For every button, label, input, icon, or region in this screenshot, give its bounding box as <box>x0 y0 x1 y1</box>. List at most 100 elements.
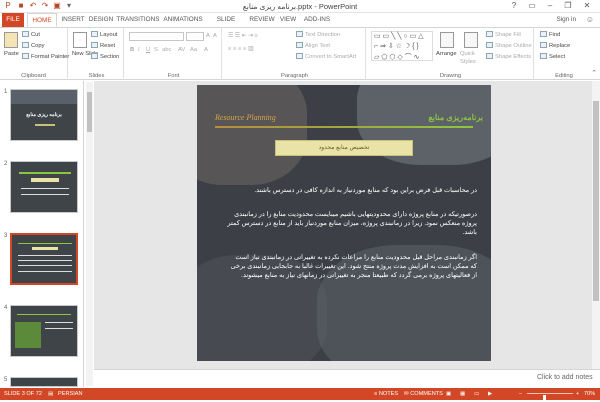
smiley-feedback-icon[interactable]: ☺ <box>586 15 594 24</box>
italic-icon[interactable]: I <box>138 46 140 54</box>
paste-icon[interactable] <box>4 32 18 48</box>
text-direction-button[interactable]: Text Direction <box>296 31 340 39</box>
slide-thumbnail-1[interactable]: برنامه ریزی منابع <box>10 89 78 141</box>
font-size-field[interactable] <box>186 32 204 41</box>
slides-group-label: Slides <box>88 73 105 79</box>
effects-icon <box>486 53 493 60</box>
tab-view[interactable]: VIEW <box>277 13 299 27</box>
slide-paragraph-2[interactable]: درصورتیکه در منابع پروژه دارای محدودیتها… <box>227 210 477 237</box>
slide-title-english[interactable]: Resource Planning <box>215 113 276 122</box>
thumbnail-scroll-thumb[interactable] <box>87 92 92 132</box>
align-icons[interactable]: ≡ ≡ ≡ ≡ ▥ <box>228 45 253 53</box>
close-button[interactable]: ✕ <box>578 0 596 12</box>
font-color-icon[interactable]: A <box>204 46 208 54</box>
zoom-in-icon[interactable]: + <box>576 388 579 400</box>
shadow-icon[interactable]: S <box>154 46 158 54</box>
thumbnail-scrollbar[interactable] <box>86 82 93 386</box>
slide-thumbnail-5[interactable] <box>10 377 78 387</box>
char-spacing-icon[interactable]: AV <box>178 46 185 54</box>
sign-in-link[interactable]: Sign in <box>556 13 576 27</box>
slide-title-persian[interactable]: برنامه‌ریزی منابع <box>429 113 484 122</box>
tab-transitions[interactable]: TRANSITIONS <box>116 13 160 27</box>
zoom-level[interactable]: 70% <box>584 388 595 400</box>
slide-thumbnail-4[interactable] <box>10 305 78 357</box>
shape-outline-button[interactable]: Shape Outline <box>486 42 532 50</box>
bold-icon[interactable]: B <box>130 46 134 54</box>
spellcheck-icon[interactable]: ▤ <box>48 388 53 400</box>
slides-group: New Slide Layout Reset Section Slides <box>70 28 124 80</box>
reset-button[interactable]: Reset <box>91 42 115 50</box>
customize-qa-icon[interactable]: ▾ <box>64 1 74 11</box>
bullets-icon[interactable]: ☰ ☰ ⇤ ⇥ ≡ <box>228 32 258 40</box>
comments-toggle[interactable]: ✉ COMMENTS <box>404 388 443 400</box>
slide-paragraph-1[interactable]: در محاسبات قبل فرض براین بود که منابع مو… <box>227 186 477 195</box>
main-scroll-thumb[interactable] <box>593 101 599 301</box>
slideshow-view-icon[interactable]: ▶ <box>488 388 492 400</box>
shape-fill-button[interactable]: Shape Fill <box>486 31 521 39</box>
slide-subtitle-box[interactable]: تخصیص منابع محدود <box>275 140 413 156</box>
window-title: برنامه ریزی منابع.pptx - PowerPoint <box>242 2 358 11</box>
main-scrollbar[interactable] <box>592 81 600 369</box>
text-direction-icon <box>296 31 303 38</box>
ribbon-display-button[interactable]: ▭ <box>523 0 541 12</box>
help-button[interactable]: ? <box>505 0 523 12</box>
minimize-button[interactable]: – <box>541 0 559 12</box>
copy-button[interactable]: Copy <box>22 42 45 50</box>
slide-thumbnail-2[interactable] <box>10 161 78 213</box>
layout-button[interactable]: Layout <box>91 31 117 39</box>
quick-styles-icon[interactable] <box>464 32 478 48</box>
replace-button[interactable]: Replace <box>540 42 570 50</box>
format-painter-button[interactable]: Format Painter <box>22 53 69 61</box>
shape-effects-button[interactable]: Shape Effects <box>486 53 531 61</box>
notes-pane[interactable]: Click to add notes <box>94 369 600 387</box>
tab-insert[interactable]: INSERT <box>59 13 87 27</box>
save-icon[interactable]: ■ <box>16 1 26 11</box>
maximize-button[interactable]: ❐ <box>559 0 577 12</box>
slide-3[interactable]: برنامه‌ریزی منابع Resource Planning تخصی… <box>197 85 491 361</box>
zoom-slider[interactable] <box>527 393 573 402</box>
underline-icon[interactable]: U <box>146 46 150 54</box>
zoom-slider-knob[interactable] <box>543 395 546 402</box>
tab-animations[interactable]: ANIMATIONS <box>162 13 204 27</box>
tab-home[interactable]: HOME <box>27 13 57 27</box>
font-name-field[interactable] <box>129 32 184 41</box>
normal-view-icon[interactable]: ▣ <box>446 388 451 400</box>
tab-file[interactable]: FILE <box>2 13 24 27</box>
redo-icon[interactable]: ↷ <box>40 1 50 11</box>
language-indicator[interactable]: PERSIAN <box>58 388 83 400</box>
arrange-icon[interactable] <box>440 32 454 48</box>
slide-thumbnail-3[interactable] <box>10 233 78 285</box>
grow-font-icon[interactable]: A <box>206 32 210 40</box>
zoom-out-icon[interactable]: – <box>519 388 522 400</box>
strikethrough-icon[interactable]: abc <box>162 46 171 54</box>
slide-paragraph-3[interactable]: اگر زمانبندی مراحل قبل محدودیت منابع را … <box>227 253 477 280</box>
undo-icon[interactable]: ↶ <box>28 1 38 11</box>
tab-design[interactable]: DESIGN <box>87 13 115 27</box>
shapes-row-2[interactable]: ⌐ ⇒ ⇩ ☆ ☽ { } <box>374 42 419 50</box>
paste-button[interactable]: Paste <box>4 50 19 58</box>
shapes-row-3[interactable]: ▱ ⬠ ⬡ ◇ ⌒ ∿ <box>374 52 420 62</box>
quick-styles-button[interactable]: Quick Styles <box>460 50 484 66</box>
copy-icon <box>22 42 29 49</box>
tab-add-ins[interactable]: ADD-INS <box>302 13 332 27</box>
slide-sorter-icon[interactable]: ▦ <box>460 388 465 400</box>
shrink-font-icon[interactable]: A <box>213 32 217 40</box>
start-slideshow-icon[interactable]: ▣ <box>52 1 62 11</box>
convert-smartart-button[interactable]: Convert to SmartArt <box>296 53 356 61</box>
collapse-ribbon-icon[interactable]: ⌃ <box>591 69 597 77</box>
change-case-icon[interactable]: Aa <box>190 46 197 54</box>
select-button[interactable]: Select <box>540 53 565 61</box>
arrange-button[interactable]: Arrange <box>436 50 457 58</box>
find-button[interactable]: Find <box>540 31 560 39</box>
reading-view-icon[interactable]: ▭ <box>474 388 479 400</box>
section-button[interactable]: Section <box>91 53 119 61</box>
shapes-row-1[interactable]: ▭ ▭ ╲ ╲ ○ ▭ △ <box>374 32 424 40</box>
notes-toggle[interactable]: ≡ NOTES <box>374 388 398 400</box>
tab-slide-show[interactable]: SLIDE SHOW <box>206 13 246 37</box>
cut-button[interactable]: Cut <box>22 31 40 39</box>
new-slide-icon[interactable] <box>73 32 87 48</box>
align-text-button[interactable]: Align Text <box>296 42 330 50</box>
shapes-gallery[interactable]: ▭ ▭ ╲ ╲ ○ ▭ △ ⌐ ⇒ ⇩ ☆ ☽ { } ▱ ⬠ ⬡ ◇ ⌒ ∿ <box>371 31 433 61</box>
notes-placeholder[interactable]: Click to add notes <box>537 374 593 381</box>
tab-review[interactable]: REVIEW <box>248 13 276 27</box>
